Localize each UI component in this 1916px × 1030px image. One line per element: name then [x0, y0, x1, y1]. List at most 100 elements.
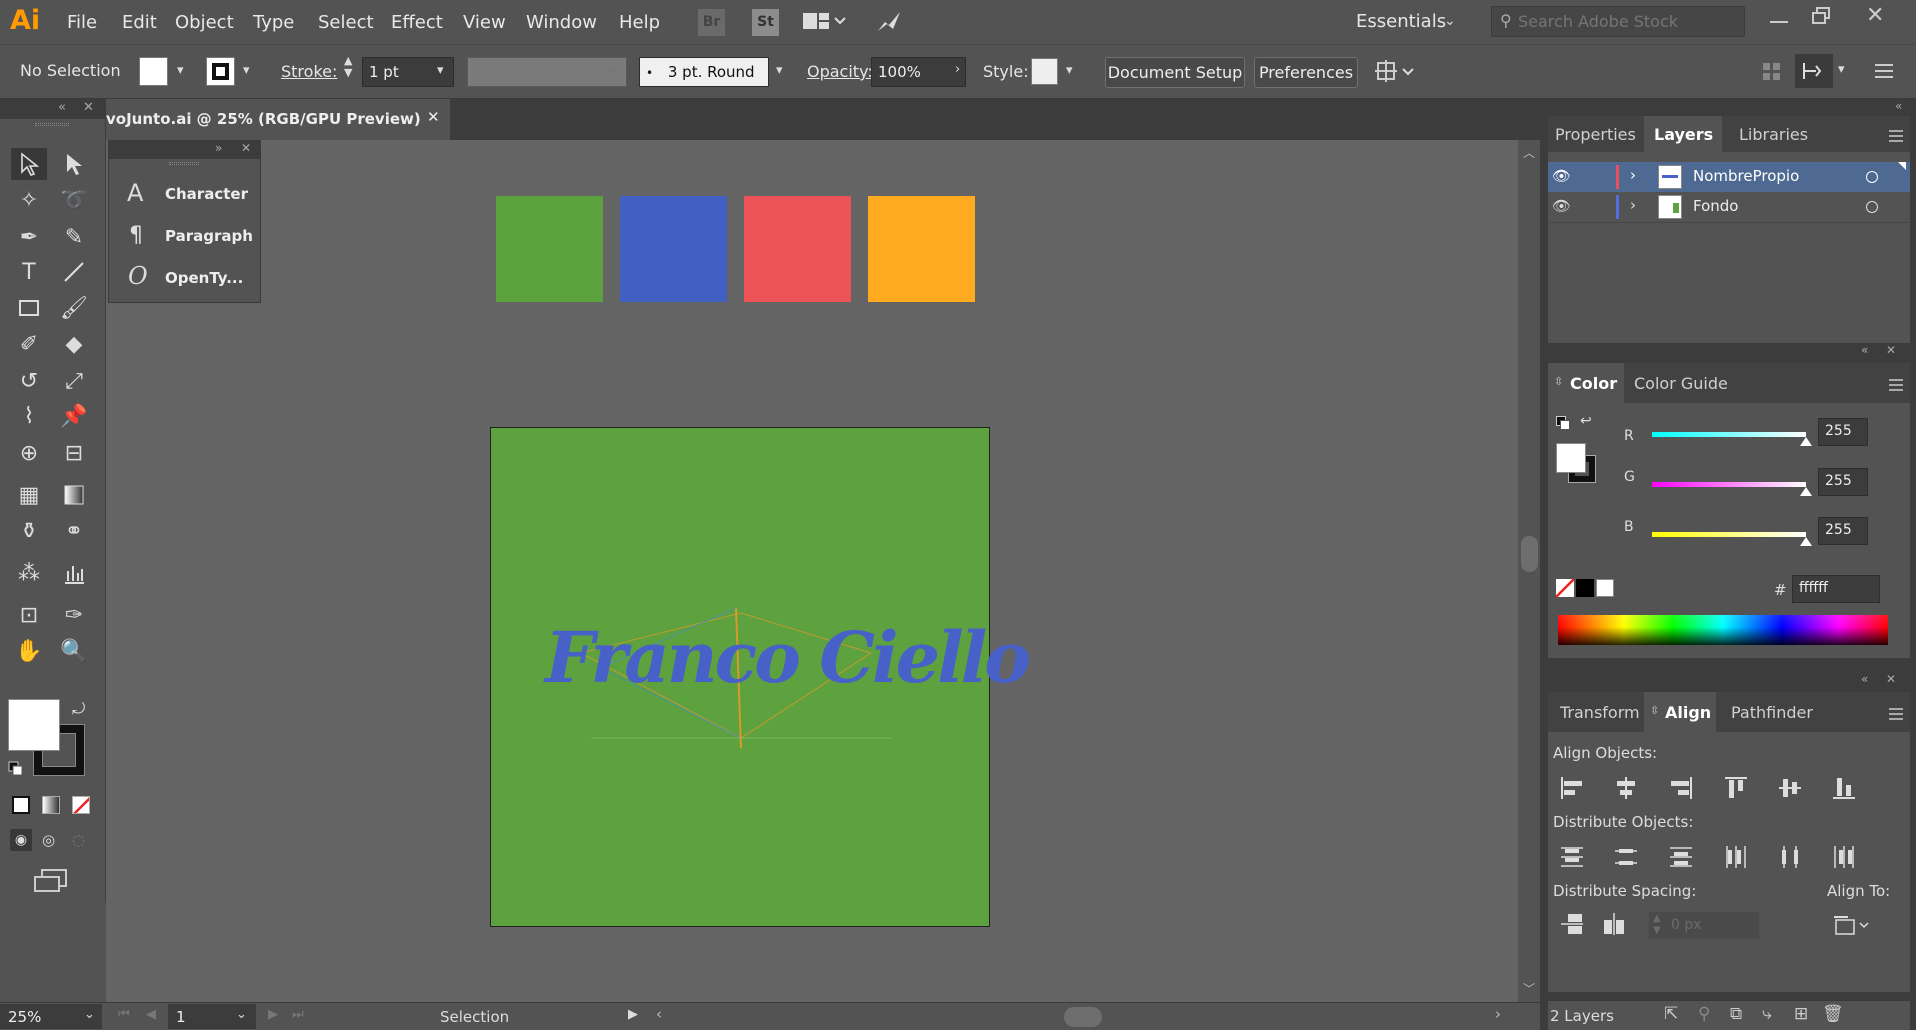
stock-icon[interactable]: St	[752, 9, 779, 36]
logo-text[interactable]: Franco Ciello	[545, 616, 1031, 699]
distribute-horizontal-center-icon[interactable]	[1778, 845, 1802, 873]
graphic-style-swatch[interactable]	[1031, 58, 1058, 85]
align-bottom-icon[interactable]	[1832, 776, 1856, 804]
paragraph-icon[interactable]: ¶	[129, 223, 143, 248]
align-left-icon[interactable]	[1560, 776, 1584, 804]
collapse-icon[interactable]: «	[1861, 343, 1868, 357]
panel-menu-icon[interactable]	[1874, 62, 1894, 80]
canvas[interactable]: Franco Ciello	[106, 140, 1518, 1002]
distribute-left-icon[interactable]	[1724, 845, 1748, 873]
hex-value-field[interactable]: ffffff	[1792, 575, 1880, 603]
g-slider-track[interactable]	[1652, 482, 1806, 487]
search-input[interactable]	[1518, 10, 1738, 33]
target-icon[interactable]	[1866, 201, 1878, 213]
mesh-tool-icon[interactable]: ▦	[11, 479, 47, 511]
stroke-label[interactable]: Stroke:	[281, 62, 337, 81]
panel-menu-icon[interactable]	[1888, 377, 1904, 396]
grid-icon[interactable]	[1762, 62, 1782, 82]
fill-color-box[interactable]	[8, 699, 60, 751]
curvature-tool-icon[interactable]: ✎	[56, 221, 92, 253]
vertical-scrollbar[interactable]: ︿ ﹀	[1518, 140, 1540, 1002]
menu-help[interactable]: Help	[619, 12, 660, 33]
menu-type[interactable]: Type	[253, 12, 294, 33]
scroll-right-icon[interactable]: ›	[1495, 1005, 1501, 1023]
opacity-label[interactable]: Opacity:	[807, 62, 873, 81]
tab-properties[interactable]: Properties	[1555, 125, 1636, 144]
none-mode-icon[interactable]	[72, 796, 90, 814]
variable-width-profile[interactable]	[467, 57, 627, 87]
chevron-down-icon[interactable]: ▾	[1838, 62, 1845, 77]
chevron-down-icon[interactable]: ⌄	[1444, 13, 1456, 29]
distribute-vertical-center-icon[interactable]	[1614, 845, 1638, 873]
scroll-down-icon[interactable]: ﹀	[1523, 980, 1535, 997]
align-vertical-center-icon[interactable]	[1778, 776, 1802, 804]
layer-row-selected[interactable]: 👁 › NombrePropio	[1548, 162, 1910, 192]
artboard[interactable]: Franco Ciello	[490, 427, 1031, 927]
opentype-icon[interactable]: O	[128, 262, 148, 290]
type-tool-icon[interactable]: T	[11, 256, 47, 288]
stroke-stepper[interactable]: ▲ ▼	[344, 55, 352, 79]
target-icon[interactable]	[1866, 171, 1878, 183]
trash-icon[interactable]: 🗑	[1822, 1004, 1844, 1024]
transform-icon[interactable]	[1795, 54, 1833, 88]
fill-swatch[interactable]	[139, 57, 168, 86]
previous-artboard-icon[interactable]: ◀	[146, 1007, 156, 1022]
b-value-field[interactable]: 255	[1818, 517, 1868, 545]
paragraph-panel-button[interactable]: Paragraph	[165, 227, 253, 245]
tab-color-guide[interactable]: Color Guide	[1634, 374, 1728, 393]
preferences-button[interactable]: Preferences	[1254, 57, 1358, 88]
color-swatch-red[interactable]	[744, 196, 851, 302]
g-value-field[interactable]: 255	[1818, 468, 1868, 496]
next-artboard-icon[interactable]: ▶	[268, 1007, 278, 1022]
layer-name[interactable]: NombrePropio	[1693, 167, 1799, 185]
collapse-icon[interactable]: «	[58, 100, 66, 115]
document-setup-button[interactable]: Document Setup	[1105, 57, 1245, 88]
pen-tool-icon[interactable]: ✒	[11, 221, 47, 253]
collapse-options-icon[interactable]: ⇳	[1554, 375, 1563, 388]
scroll-left-icon[interactable]: ‹	[656, 1005, 662, 1023]
screen-mode-icon[interactable]	[34, 869, 68, 897]
blend-tool-icon[interactable]: ⚭	[56, 515, 92, 547]
brush-definition-field[interactable]: • 3 pt. Round	[639, 57, 769, 87]
minimize-button[interactable]	[1770, 21, 1788, 23]
stock-search-field[interactable]: ⚲	[1491, 6, 1745, 37]
horizontal-distribute-space-icon[interactable]	[1602, 912, 1626, 940]
tab-color[interactable]: Color	[1570, 374, 1617, 393]
collapse-icon[interactable]: «	[1861, 672, 1868, 686]
zoom-tool-icon[interactable]: 🔍	[56, 635, 92, 667]
arrange-documents-icon[interactable]	[802, 11, 846, 33]
lasso-icon[interactable]: ➰	[56, 184, 92, 216]
expand-layer-icon[interactable]: ›	[1630, 196, 1636, 214]
shaper-tool-icon[interactable]: ✐	[11, 328, 47, 360]
tab-align[interactable]: Align	[1665, 703, 1711, 722]
opentype-panel-button[interactable]: OpenTy...	[165, 269, 243, 287]
clipping-mask-icon[interactable]: ⧉	[1730, 1004, 1742, 1024]
last-artboard-icon[interactable]: ⏭	[292, 1007, 304, 1022]
arrange-icon[interactable]	[1375, 60, 1415, 84]
color-swatch-blue[interactable]	[620, 196, 727, 302]
gradient-tool-icon[interactable]	[56, 479, 92, 511]
shape-builder-icon[interactable]: ⊕	[11, 437, 47, 469]
vertical-scroll-thumb[interactable]	[1521, 536, 1538, 572]
color-mode-icon[interactable]	[12, 796, 30, 814]
close-window-button[interactable]: ✕	[1866, 3, 1884, 28]
bridge-icon[interactable]: Br	[698, 9, 725, 36]
line-tool-icon[interactable]	[56, 256, 92, 288]
fill-color-preview[interactable]	[1556, 443, 1586, 473]
hand-tool-icon[interactable]: ✋	[11, 635, 47, 667]
color-swatch-orange[interactable]	[868, 196, 975, 302]
align-to-selector[interactable]	[1832, 913, 1872, 941]
black-color-icon[interactable]	[1576, 579, 1594, 597]
collapse-options-icon[interactable]: ⇳	[1650, 704, 1659, 717]
horizontal-scroll-thumb[interactable]	[1064, 1007, 1102, 1027]
draw-inside-icon[interactable]: ◌	[72, 831, 85, 849]
eraser-tool-icon[interactable]: ◆	[56, 328, 92, 360]
artboard-number-field[interactable]: 1 ⌄	[168, 1004, 256, 1029]
opacity-field[interactable]: 100%	[871, 57, 966, 87]
align-right-icon[interactable]	[1669, 776, 1693, 804]
chevron-down-icon[interactable]: ▾	[177, 63, 184, 78]
export-icon[interactable]: ⇱	[1664, 1004, 1678, 1024]
b-slider-track[interactable]	[1652, 532, 1806, 537]
layer-name[interactable]: Fondo	[1693, 197, 1738, 215]
vertical-distribute-space-icon[interactable]	[1560, 912, 1584, 940]
